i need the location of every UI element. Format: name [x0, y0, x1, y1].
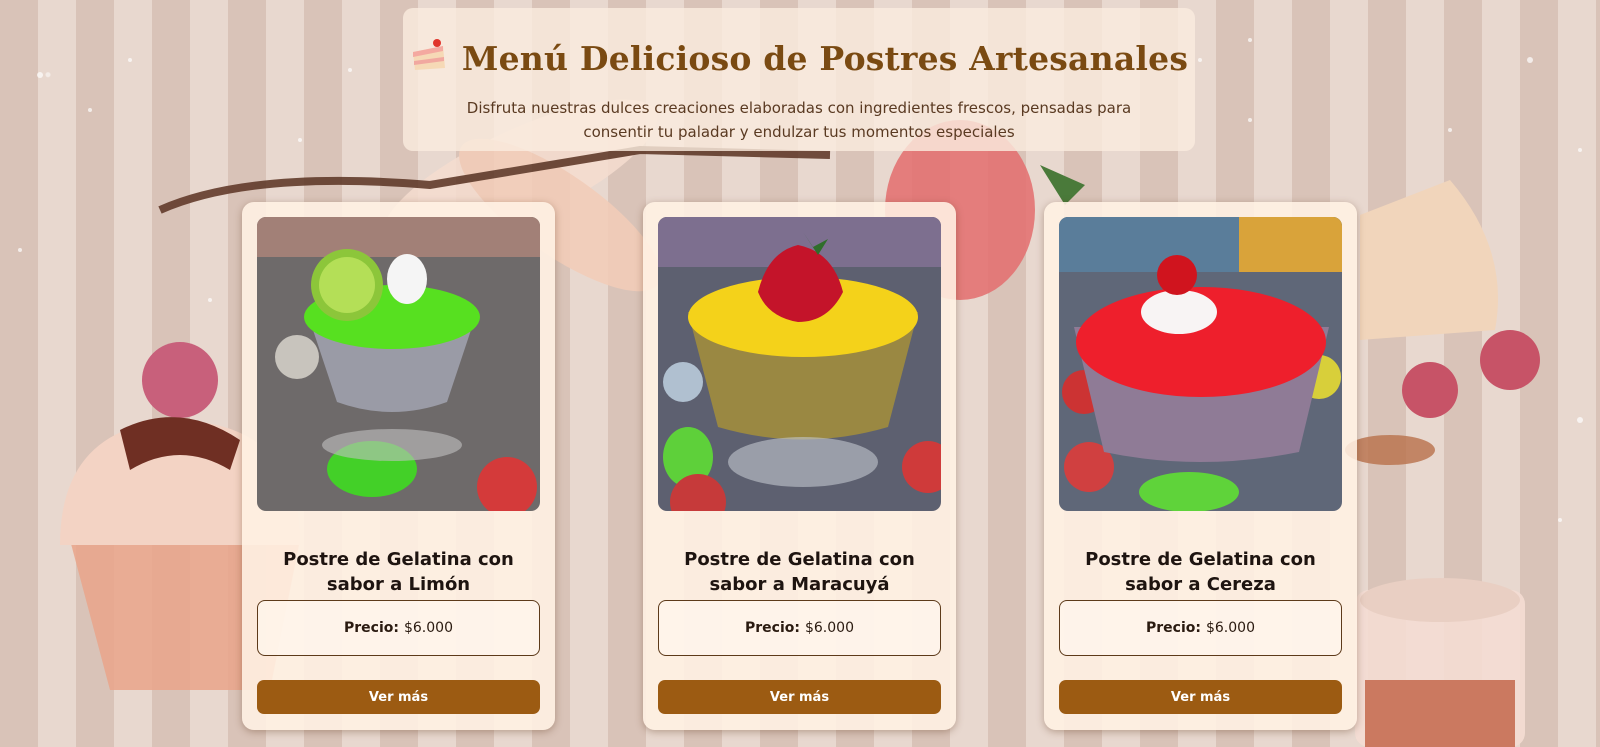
price-value: $6.000 — [804, 620, 854, 636]
ver-mas-button[interactable]: Ver más — [658, 680, 941, 714]
cake-icon — [410, 36, 448, 80]
price-box: Precio: $6.000 — [257, 600, 540, 656]
product-name: Postre de Gelatina con sabor a Limón — [283, 548, 514, 595]
product-name: Postre de Gelatina con sabor a Maracuyá — [684, 548, 915, 595]
page-subtitle: Disfruta nuestras dulces creaciones elab… — [466, 99, 1132, 141]
price-label: Precio: — [344, 620, 399, 636]
dessert-photo — [1059, 217, 1342, 511]
price-value: $6.000 — [1205, 620, 1255, 636]
product-name: Postre de Gelatina con sabor a Cereza — [1085, 548, 1316, 595]
title-text: Menú Delicioso de Postres Artesanales — [461, 38, 1189, 78]
product-image — [257, 217, 540, 511]
page-header: Menú Delicioso de Postres Artesanales Di… — [403, 8, 1195, 151]
drink-illustration — [1355, 578, 1525, 747]
price-box: Precio: $6.000 — [658, 600, 941, 656]
product-image — [658, 217, 941, 511]
price-value: $6.000 — [403, 620, 453, 636]
product-card: Postre de Gelatina con sabor a Limón Pre… — [242, 202, 555, 730]
product-card: Postre de Gelatina con sabor a Maracuyá … — [643, 202, 956, 730]
price-label: Precio: — [745, 620, 800, 636]
ver-mas-button[interactable]: Ver más — [1059, 680, 1342, 714]
dessert-photo — [658, 217, 941, 511]
ver-mas-button[interactable]: Ver más — [257, 680, 540, 714]
cake-illustration — [1345, 180, 1540, 465]
price-box: Precio: $6.000 — [1059, 600, 1342, 656]
product-image — [1059, 217, 1342, 511]
product-card: Postre de Gelatina con sabor a Cereza Pr… — [1044, 202, 1357, 730]
dessert-photo — [257, 217, 540, 511]
page-title: Menú Delicioso de Postres Artesanales — [403, 36, 1195, 80]
price-label: Precio: — [1146, 620, 1201, 636]
